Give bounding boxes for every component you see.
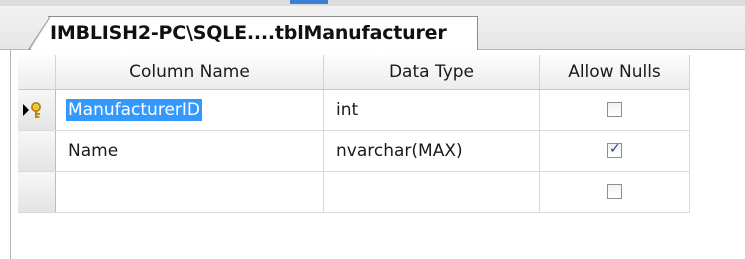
panel-left-border xyxy=(10,49,11,259)
table-row[interactable] xyxy=(18,172,690,213)
row-selector[interactable] xyxy=(18,90,56,130)
data-type-cell[interactable]: int xyxy=(324,90,540,130)
tab-strip-top-border xyxy=(0,0,745,6)
current-row-primary-key-icon xyxy=(23,102,41,118)
checked-mark-icon: ✓ xyxy=(609,141,621,157)
data-type-cell[interactable]: nvarchar(MAX) xyxy=(324,131,540,171)
document-tab-title[interactable]: IMBLISH2-PC\SQLE....tblManufacturer xyxy=(50,19,470,47)
row-selector[interactable] xyxy=(18,131,56,171)
allow-nulls-checkbox[interactable] xyxy=(607,184,622,199)
column-name-header[interactable]: Column Name xyxy=(56,55,324,89)
table-designer-window: IMBLISH2-PC\SQLE....tblManufacturer Colu… xyxy=(0,0,745,259)
tab-strip-accent xyxy=(290,0,328,4)
allow-nulls-cell[interactable] xyxy=(540,90,690,130)
document-tab-strip: IMBLISH2-PC\SQLE....tblManufacturer xyxy=(0,0,745,50)
data-type-header[interactable]: Data Type xyxy=(324,55,540,89)
allow-nulls-cell[interactable] xyxy=(540,172,690,212)
data-type-cell[interactable] xyxy=(324,172,540,212)
row-selector[interactable] xyxy=(18,172,56,212)
tab-slant-edge xyxy=(28,16,50,50)
allow-nulls-cell[interactable]: ✓ xyxy=(540,131,690,171)
row-selector-header[interactable] xyxy=(18,55,56,89)
column-name-cell[interactable] xyxy=(56,172,324,212)
allow-nulls-checkbox[interactable]: ✓ xyxy=(607,141,622,158)
column-name-cell[interactable]: Name xyxy=(56,131,324,171)
table-row[interactable]: Name nvarchar(MAX) ✓ xyxy=(18,131,690,172)
grid-header: Column Name Data Type Allow Nulls xyxy=(18,55,690,90)
column-name-text[interactable]: ManufacturerID xyxy=(66,99,202,121)
column-name-cell[interactable]: ManufacturerID xyxy=(56,90,324,130)
allow-nulls-header[interactable]: Allow Nulls xyxy=(540,55,690,89)
allow-nulls-checkbox[interactable] xyxy=(607,102,622,117)
table-row[interactable]: ManufacturerID int xyxy=(18,90,690,131)
